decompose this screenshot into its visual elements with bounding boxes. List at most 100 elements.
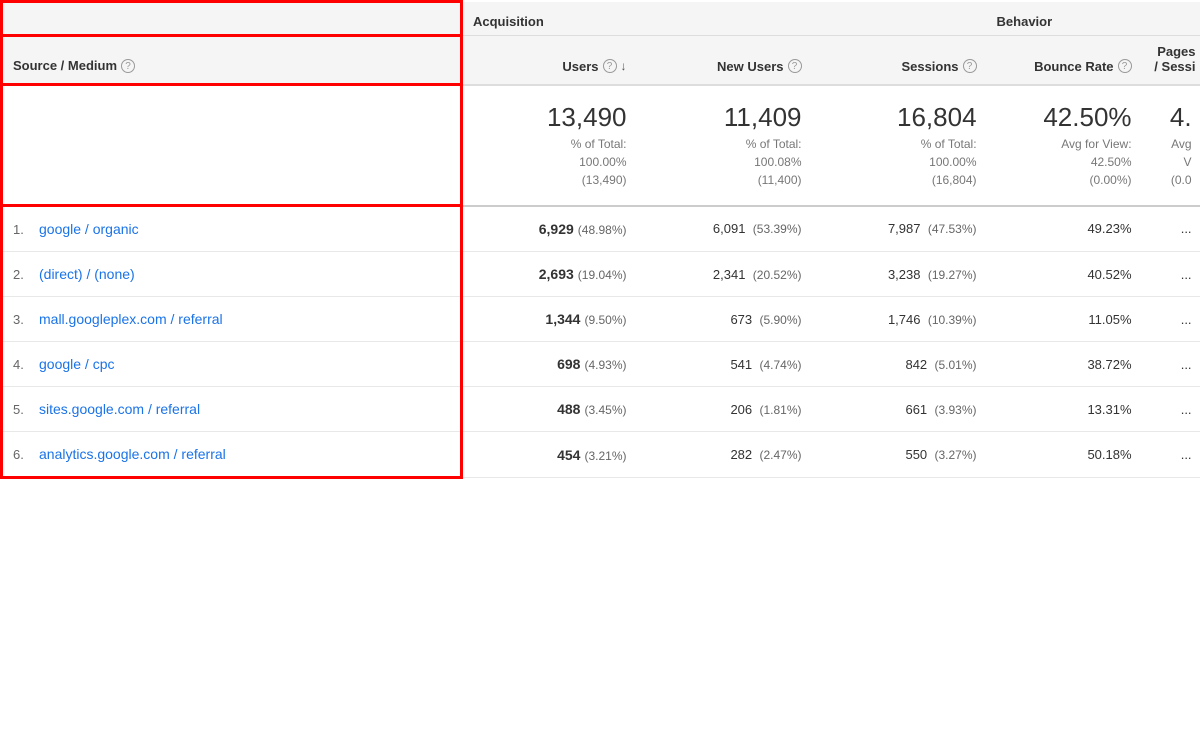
- new-users-value: 2,341: [713, 267, 746, 282]
- totals-users-cell: 13,490 % of Total: 100.00% (13,490): [462, 85, 637, 206]
- totals-pages-diff: (0.0: [1171, 173, 1192, 187]
- table-row: 4. google / cpc 698(4.93%)541 (4.74%)842…: [2, 342, 1200, 387]
- bounce-rate-value: 49.23%: [1087, 221, 1131, 236]
- source-link[interactable]: analytics.google.com / referral: [39, 446, 226, 462]
- new-users-value: 541: [730, 357, 752, 372]
- sessions-cell: 7,987 (47.53%): [812, 206, 987, 252]
- new-users-help-icon[interactable]: ?: [788, 59, 802, 73]
- totals-pages-sub: Avg V (0.0: [1152, 135, 1192, 189]
- sessions-value: 842: [905, 357, 927, 372]
- sessions-label: Sessions: [901, 59, 958, 74]
- totals-users-value: 13,490: [473, 102, 627, 133]
- source-link[interactable]: google / cpc: [39, 356, 115, 372]
- users-cell: 2,693 (19.04%): [462, 252, 637, 297]
- sessions-value: 1,746: [888, 312, 921, 327]
- totals-bounce-value: 42.50%: [997, 102, 1132, 133]
- bounce-rate-cell: 11.05%: [987, 297, 1142, 342]
- totals-new-users-pct-label: % of Total:: [746, 137, 802, 151]
- bounce-rate-cell: 13.31%: [987, 387, 1142, 432]
- users-label: Users: [562, 59, 598, 74]
- row-number: 2.: [13, 267, 31, 282]
- bounce-rate-cell: 49.23%: [987, 206, 1142, 252]
- totals-users-pct: 100.00%: [579, 155, 626, 169]
- sessions-pct: (3.27%): [931, 448, 976, 462]
- new-users-value: 282: [730, 447, 752, 462]
- new-users-value: 673: [730, 312, 752, 327]
- users-cell: 488 (3.45%): [462, 387, 637, 432]
- totals-sessions-total: (16,804): [932, 173, 977, 187]
- bounce-rate-cell: 40.52%: [987, 252, 1142, 297]
- table-row: 6. analytics.google.com / referral 454(3…: [2, 432, 1200, 478]
- sessions-pct: (3.93%): [931, 403, 976, 417]
- totals-sessions-cell: 16,804 % of Total: 100.00% (16,804): [812, 85, 987, 206]
- new-users-pct: (2.47%): [756, 448, 801, 462]
- totals-users-pct-label: % of Total:: [571, 137, 627, 151]
- new-users-pct: (53.39%): [749, 222, 801, 236]
- totals-users-sub: % of Total: 100.00% (13,490): [473, 135, 627, 189]
- bounce-rate-header[interactable]: Bounce Rate ?: [987, 35, 1142, 85]
- users-sort-arrow[interactable]: ↓: [621, 59, 627, 73]
- sessions-cell: 3,238 (19.27%): [812, 252, 987, 297]
- source-link[interactable]: mall.googleplex.com / referral: [39, 311, 223, 327]
- users-value: 698: [557, 356, 580, 372]
- totals-pages-cell: 4. Avg V (0.0: [1142, 85, 1200, 206]
- totals-row: 13,490 % of Total: 100.00% (13,490) 11,4…: [2, 85, 1200, 206]
- users-cell: 6,929(48.98%): [462, 206, 637, 252]
- users-pct: (19.04%): [578, 268, 627, 282]
- new-users-value: 206: [730, 402, 752, 417]
- totals-source-cell: [2, 85, 462, 206]
- table-row: 1. google / organic 6,929(48.98%)6,091 (…: [2, 206, 1200, 252]
- users-pct: (9.50%): [584, 313, 626, 327]
- behavior-label: Behavior: [997, 14, 1053, 29]
- new-users-pct: (4.74%): [756, 358, 801, 372]
- new-users-header[interactable]: New Users ?: [637, 35, 812, 85]
- users-value: 6,929: [539, 221, 574, 237]
- source-cell: 2. (direct) / (none): [2, 252, 462, 297]
- new-users-cell: 541 (4.74%): [637, 342, 812, 387]
- sessions-cell: 842 (5.01%): [812, 342, 987, 387]
- totals-pages-value: 4.: [1152, 102, 1192, 133]
- users-pct: (3.45%): [584, 403, 626, 417]
- pages-session-cell: ...: [1142, 252, 1200, 297]
- bounce-rate-value: 13.31%: [1087, 402, 1131, 417]
- row-number: 4.: [13, 357, 31, 372]
- source-link[interactable]: google / organic: [39, 221, 139, 237]
- totals-sessions-pct: 100.00%: [929, 155, 976, 169]
- source-medium-help-icon[interactable]: ?: [121, 59, 135, 73]
- sessions-value: 661: [905, 402, 927, 417]
- totals-bounce-cell: 42.50% Avg for View: 42.50% (0.00%): [987, 85, 1142, 206]
- new-users-cell: 206 (1.81%): [637, 387, 812, 432]
- totals-sessions-sub: % of Total: 100.00% (16,804): [822, 135, 977, 189]
- users-value: 488: [557, 401, 580, 417]
- sessions-pct: (47.53%): [925, 222, 977, 236]
- totals-sessions-value: 16,804: [822, 102, 977, 133]
- totals-bounce-avg-label: Avg for View:: [1061, 137, 1131, 151]
- sessions-pct: (5.01%): [931, 358, 976, 372]
- source-medium-label: Source / Medium: [13, 58, 117, 73]
- users-header[interactable]: Users ? ↓: [462, 35, 637, 85]
- users-help-icon[interactable]: ?: [603, 59, 617, 73]
- users-cell: 454(3.21%): [462, 432, 637, 478]
- bounce-rate-help-icon[interactable]: ?: [1118, 59, 1132, 73]
- sessions-pct: (10.39%): [925, 313, 977, 327]
- source-link[interactable]: (direct) / (none): [39, 266, 135, 282]
- totals-bounce-avg: 42.50%: [1091, 155, 1132, 169]
- source-link[interactable]: sites.google.com / referral: [39, 401, 200, 417]
- bounce-rate-label: Bounce Rate: [1034, 59, 1113, 74]
- sessions-help-icon[interactable]: ?: [963, 59, 977, 73]
- sessions-value: 7,987: [888, 221, 921, 236]
- table-row: 3. mall.googleplex.com / referral 1,344(…: [2, 297, 1200, 342]
- row-number: 3.: [13, 312, 31, 327]
- new-users-pct: (5.90%): [756, 313, 801, 327]
- sessions-header[interactable]: Sessions ?: [812, 35, 987, 85]
- new-users-cell: 6,091 (53.39%): [637, 206, 812, 252]
- new-users-pct: (20.52%): [749, 268, 801, 282]
- behavior-section: Behavior: [987, 2, 1200, 36]
- users-value: 2,693: [539, 266, 574, 282]
- pages-session-header[interactable]: Pages / Sessi ?: [1142, 35, 1200, 85]
- new-users-label: New Users: [717, 59, 783, 74]
- source-cell: 1. google / organic: [2, 206, 462, 252]
- column-header-row: Source / Medium ? Users ? ↓ New Users ?: [2, 35, 1200, 85]
- bounce-rate-value: 11.05%: [1088, 312, 1131, 327]
- source-cell: 6. analytics.google.com / referral: [2, 432, 462, 478]
